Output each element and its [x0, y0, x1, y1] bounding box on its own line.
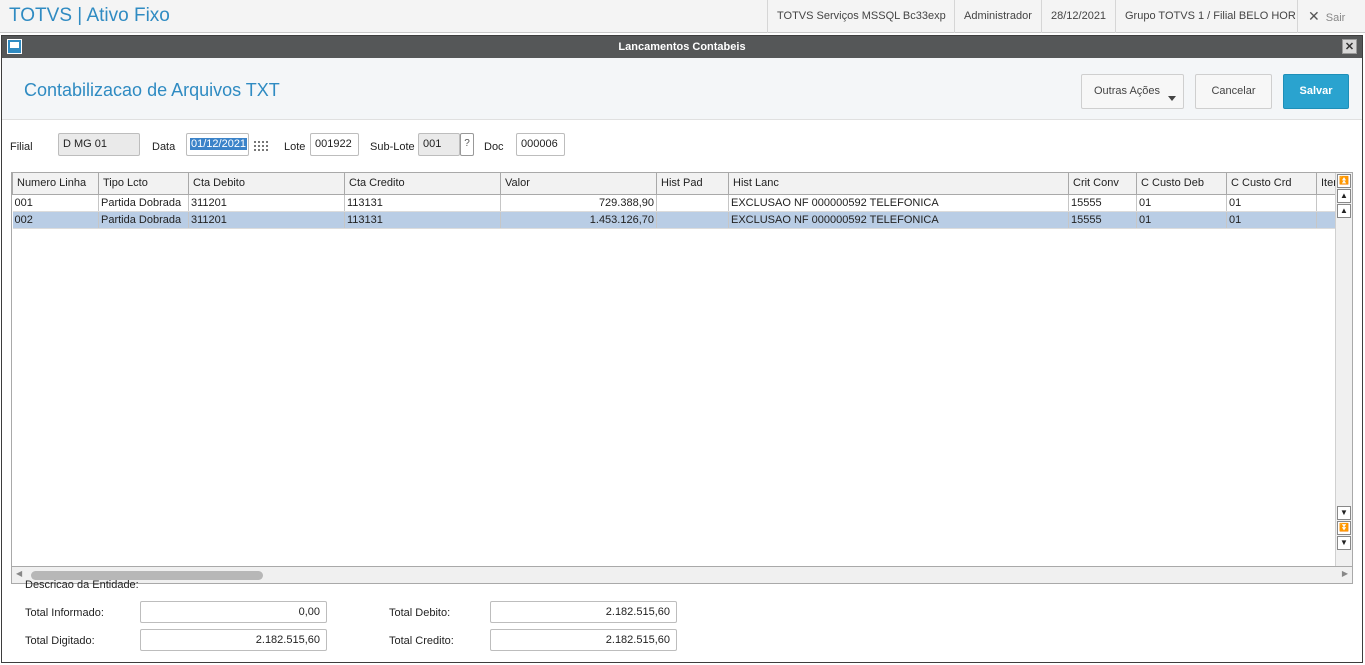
- sublote-label: Sub-Lote: [370, 141, 415, 153]
- page-title: Contabilizacao de Arquivos TXT: [24, 80, 280, 100]
- column-header[interactable]: Hist Pad: [656, 173, 729, 195]
- column-header[interactable]: Valor: [500, 173, 657, 195]
- lote-label: Lote: [284, 141, 306, 153]
- table-cell[interactable]: Partida Dobrada: [98, 194, 189, 212]
- app-title: TOTVS | Ativo Fixo: [9, 5, 170, 26]
- sublote-field[interactable]: 001: [418, 133, 460, 156]
- table-cell[interactable]: 002: [12, 211, 99, 229]
- table-cell[interactable]: [656, 211, 729, 229]
- save-button[interactable]: Salvar: [1283, 74, 1349, 109]
- filial-field[interactable]: D MG 01: [58, 133, 140, 156]
- filial-label: Filial: [10, 141, 33, 153]
- column-header[interactable]: Crit Conv: [1068, 173, 1137, 195]
- table-cell[interactable]: EXCLUSAO NF 000000592 TELEFONICA: [728, 194, 1069, 212]
- table-cell[interactable]: 113131: [344, 194, 501, 212]
- cancel-button[interactable]: Cancelar: [1195, 74, 1272, 109]
- table-cell[interactable]: 113131: [344, 211, 501, 229]
- scroll-page-up-icon[interactable]: ▲: [1337, 189, 1351, 203]
- dialog-close-button[interactable]: ✕: [1342, 39, 1357, 54]
- table-cell[interactable]: 311201: [188, 194, 345, 212]
- company-info: Grupo TOTVS 1 / Filial BELO HOR: [1115, 0, 1305, 33]
- table-cell[interactable]: 729.388,90: [500, 194, 657, 212]
- column-header[interactable]: Tipo Lcto: [98, 173, 189, 195]
- table-cell[interactable]: 01: [1226, 211, 1317, 229]
- table-cell[interactable]: 001: [12, 194, 99, 212]
- total-digitado-field[interactable]: 2.182.515,60: [140, 629, 327, 651]
- total-credito-field[interactable]: 2.182.515,60: [490, 629, 677, 651]
- table-cell[interactable]: 01: [1226, 194, 1317, 212]
- scroll-page-down-icon[interactable]: ⏬: [1337, 521, 1351, 535]
- table-cell[interactable]: 15555: [1068, 194, 1137, 212]
- column-header[interactable]: Cta Debito: [188, 173, 345, 195]
- column-header[interactable]: C Custo Crd: [1226, 173, 1317, 195]
- total-credito-label: Total Credito:: [389, 635, 454, 647]
- table-row[interactable]: 002 Partida Dobrada 311201 113131 1.453.126,…: [12, 211, 1347, 229]
- scroll-down-icon[interactable]: ▼: [1337, 506, 1351, 520]
- scroll-left-icon[interactable]: ◀: [16, 569, 22, 578]
- horizontal-scrollbar[interactable]: ◀ ▶: [11, 567, 1353, 584]
- total-digitado-label: Total Digitado:: [25, 635, 95, 647]
- exit-button[interactable]: ✕ Sair: [1297, 0, 1355, 33]
- data-value: 01/12/2021: [190, 138, 248, 150]
- table-cell[interactable]: 15555: [1068, 211, 1137, 229]
- table-header: Numero Linha Tipo Lcto Cta Debito Cta Credi…: [12, 173, 1347, 195]
- window-icon: [7, 39, 22, 54]
- lote-field[interactable]: 001922: [310, 133, 359, 156]
- total-informado-label: Total Informado:: [25, 607, 104, 619]
- scroll-top-icon[interactable]: ⏫: [1337, 174, 1351, 188]
- date-info: 28/12/2021: [1041, 0, 1115, 33]
- column-header[interactable]: Numero Linha: [12, 173, 99, 195]
- table-cell[interactable]: 01: [1136, 211, 1227, 229]
- total-informado-field[interactable]: 0,00: [140, 601, 327, 623]
- scroll-bottom-icon[interactable]: ▼: [1337, 536, 1351, 550]
- scroll-right-icon[interactable]: ▶: [1342, 569, 1348, 578]
- lancamentos-dialog: Lancamentos Contabeis ✕ Contabilizacao d…: [1, 35, 1363, 663]
- scroll-up-icon[interactable]: ▲: [1337, 204, 1351, 218]
- entity-description-label: Descricao da Entidade:: [25, 579, 139, 591]
- total-debito-label: Total Debito:: [389, 607, 451, 619]
- other-actions-label: Outras Ações: [1094, 85, 1161, 97]
- dialog-title: Lancamentos Contabeis: [618, 41, 746, 53]
- column-header[interactable]: Hist Lanc: [728, 173, 1069, 195]
- doc-label: Doc: [484, 141, 504, 153]
- vertical-scrollbar[interactable]: ⏫ ▲ ▲ ▼ ⏬ ▼: [1335, 173, 1352, 566]
- total-debito-field[interactable]: 2.182.515,60: [490, 601, 677, 623]
- entries-grid: Numero Linha Tipo Lcto Cta Debito Cta Credi…: [11, 172, 1353, 567]
- column-header[interactable]: C Custo Deb: [1136, 173, 1227, 195]
- table-cell[interactable]: Partida Dobrada: [98, 211, 189, 229]
- entries-table: Numero Linha Tipo Lcto Cta Debito Cta Credi…: [12, 173, 1347, 229]
- data-field[interactable]: 01/12/2021: [186, 133, 249, 156]
- server-info: TOTVS Serviços MSSQL Bc33exp: [767, 0, 955, 33]
- app-header: TOTVS | Ativo Fixo TOTVS Serviços MSSQL …: [0, 0, 1365, 33]
- table-cell[interactable]: 1.453.126,70: [500, 211, 657, 229]
- calendar-icon[interactable]: [254, 139, 269, 151]
- data-label: Data: [152, 141, 176, 153]
- user-info: Administrador: [954, 0, 1041, 33]
- column-header[interactable]: Cta Credito: [344, 173, 501, 195]
- dialog-header: Contabilizacao de Arquivos TXT Outras Aç…: [2, 58, 1362, 120]
- table-row[interactable]: 001 Partida Dobrada 311201 113131 729.388,90…: [12, 194, 1347, 212]
- close-icon: ✕: [1308, 8, 1320, 24]
- table-cell[interactable]: 311201: [188, 211, 345, 229]
- other-actions-button[interactable]: Outras Ações: [1081, 74, 1184, 109]
- chevron-down-icon: [1168, 96, 1176, 101]
- table-cell[interactable]: [656, 194, 729, 212]
- sublote-lookup-button[interactable]: ?: [460, 133, 474, 156]
- exit-label: Sair: [1325, 12, 1346, 24]
- dialog-titlebar: Lancamentos Contabeis ✕: [2, 36, 1362, 58]
- table-cell[interactable]: 01: [1136, 194, 1227, 212]
- doc-field[interactable]: 000006: [516, 133, 565, 156]
- table-cell[interactable]: EXCLUSAO NF 000000592 TELEFONICA: [728, 211, 1069, 229]
